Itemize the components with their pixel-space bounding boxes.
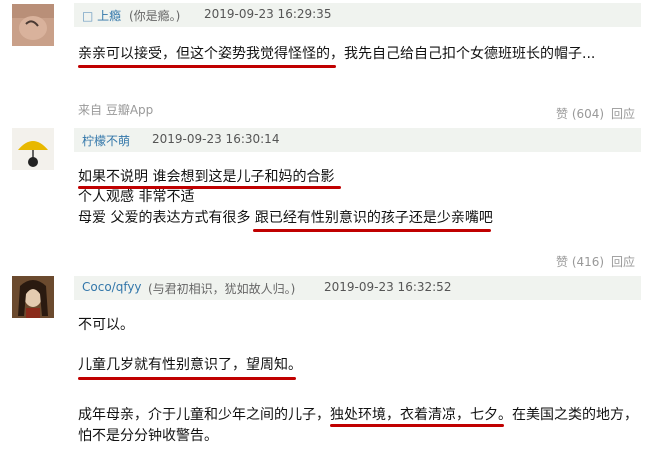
avatar-image-icon bbox=[12, 128, 54, 170]
comment-text-line: 如果不说明 谁会想到这是儿子和妈的合影 bbox=[78, 169, 335, 185]
reply-button[interactable]: 回应 bbox=[611, 253, 635, 270]
username-link[interactable]: □ 上瘾 bbox=[82, 7, 121, 24]
comment-text-line: 成年母亲，介于儿童和少年之间的儿子，独处环境，衣着清凉，七夕。在美国之类的地方， bbox=[78, 407, 638, 423]
comment-time: 2019-09-23 16:29:35 bbox=[204, 7, 332, 21]
comment-text-line: 怕不是分分钟收警告。 bbox=[78, 428, 218, 444]
avatar[interactable] bbox=[12, 128, 54, 170]
comment-time: 2019-09-23 16:32:52 bbox=[324, 280, 452, 294]
like-button[interactable]: 赞 (416) bbox=[556, 253, 604, 270]
highlight-underline bbox=[330, 424, 504, 427]
highlight-underline bbox=[78, 65, 336, 68]
avatar-image-icon bbox=[12, 276, 54, 318]
comment-text-line: 儿童几岁就有性别意识了，望周知。 bbox=[78, 357, 302, 373]
comment-meta: Coco/qfyy (与君初相识，犹如故人归。) 2019-09-23 16:3… bbox=[74, 276, 641, 300]
comment-source: 来自 豆瓣App bbox=[78, 103, 154, 117]
comment-text: 亲亲可以接受，但这个姿势我觉得怪怪的，我先自己给自己扣个女德班班长的帽子... bbox=[78, 46, 596, 62]
reply-button[interactable]: 回应 bbox=[611, 105, 635, 122]
comment-time: 2019-09-23 16:30:14 bbox=[152, 132, 280, 146]
comment-text-line: 母爱 父爱的表达方式有很多 跟已经有性别意识的孩子还是少亲嘴吧 bbox=[78, 210, 493, 226]
comment-text-line: 个人观感 非常不适 bbox=[78, 189, 195, 205]
avatar-image-icon bbox=[12, 4, 54, 46]
user-signature: (你是瘾。) bbox=[129, 9, 181, 23]
comment-text-line: 不可以。 bbox=[78, 317, 134, 333]
like-button[interactable]: 赞 (604) bbox=[556, 105, 604, 122]
highlight-underline bbox=[253, 229, 491, 232]
comment-meta: □ 上瘾 (你是瘾。) 2019-09-23 16:29:35 bbox=[74, 3, 641, 27]
avatar[interactable] bbox=[12, 276, 54, 318]
comment-meta: 柠檬不萌 2019-09-23 16:30:14 bbox=[74, 128, 641, 152]
highlight-underline bbox=[78, 377, 296, 380]
username-link[interactable]: Coco/qfyy bbox=[82, 280, 142, 294]
user-signature: (与君初相识，犹如故人归。) bbox=[148, 282, 296, 296]
username-link[interactable]: 柠檬不萌 bbox=[82, 132, 130, 149]
avatar[interactable] bbox=[12, 4, 54, 46]
